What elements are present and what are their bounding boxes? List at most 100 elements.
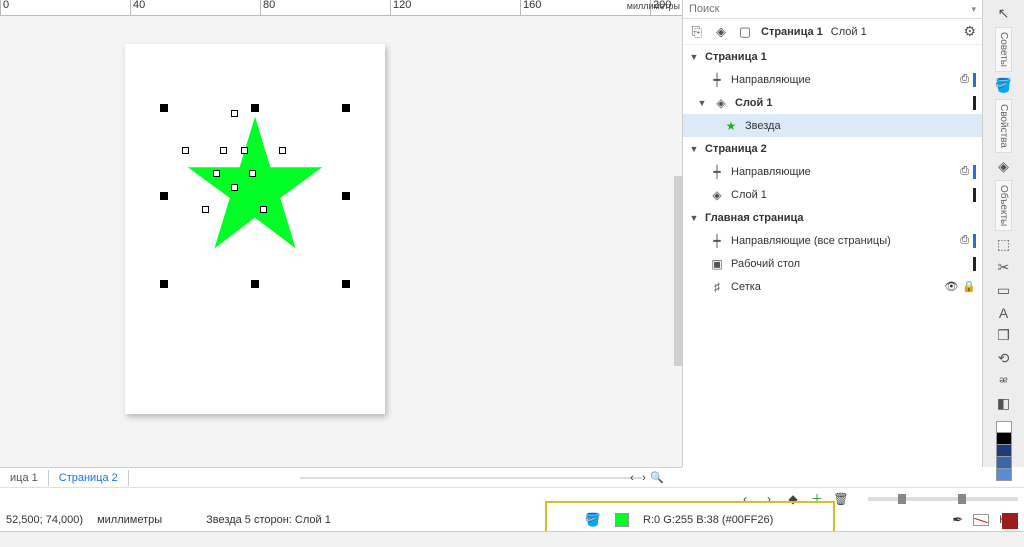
ruler-tick: 40 (130, 0, 145, 16)
selection-handle[interactable] (342, 104, 350, 112)
tree-row-page[interactable]: ▼Страница 1 (683, 45, 982, 68)
crop-tool-icon[interactable]: ✂ (993, 258, 1015, 277)
text-tool-icon[interactable]: A (993, 304, 1015, 322)
search-input[interactable] (689, 3, 971, 15)
tree-row-star[interactable]: ★Звезда (683, 114, 982, 137)
node-handle[interactable] (202, 206, 209, 213)
breadcrumb-layer[interactable]: Слой 1 (831, 26, 867, 38)
add-icon[interactable]: ＋ (810, 492, 824, 506)
selection-handle[interactable] (251, 104, 259, 112)
selection-handle[interactable] (160, 192, 168, 200)
status-bar-lower: 52,500; 74,000) миллиметры Звезда 5 стор… (0, 509, 1024, 531)
scroll-right-icon[interactable]: › (638, 472, 650, 484)
scroll-left-icon[interactable]: ‹ (626, 472, 638, 484)
gear-icon[interactable]: ⚙ (963, 23, 976, 40)
layers-icon[interactable]: ◈ (713, 24, 729, 40)
right-sidebar: ↖ Советы 🪣 Свойства ◈ Объекты ⬚ ✂ ▭ A ❒ … (982, 0, 1024, 467)
zoom-icon[interactable]: 🔍 (650, 471, 662, 484)
tree-row-layer[interactable]: ▼◈Слой 1 (683, 91, 982, 114)
ruler-tick: 80 (260, 0, 275, 16)
slider-knob[interactable] (898, 494, 906, 504)
fill-panel-icon[interactable]: 🪣 (993, 76, 1015, 95)
object-tree: ▼Страница 1 ┿Направляющие⎙ ▼◈Слой 1 ★Зве… (683, 45, 982, 467)
zoom-slider[interactable] (868, 497, 1018, 501)
tab-objects[interactable]: Объекты (995, 180, 1012, 231)
fill-tool-icon[interactable]: ◆ (786, 492, 800, 506)
node-handle[interactable] (231, 110, 238, 117)
palette-swatch[interactable] (996, 421, 1012, 433)
scrollbar-vertical[interactable] (674, 176, 682, 366)
tool-icon[interactable]: ⬚ (993, 235, 1015, 254)
nav-next-icon[interactable]: › (762, 492, 776, 506)
node-handle[interactable] (231, 184, 238, 191)
tree-row-guides[interactable]: ┿Направляющие⎙ (683, 160, 982, 183)
breadcrumb: ⎘ ◈ ▢ Страница 1 Слой 1 ⚙ (683, 19, 982, 45)
node-handle[interactable] (241, 147, 248, 154)
tree-row-guides[interactable]: ┿Направляющие (все страницы)⎙ (683, 229, 982, 252)
selection-handle[interactable] (160, 280, 168, 288)
page-icon[interactable]: ▢ (737, 24, 753, 40)
spiral-tool-icon[interactable]: ᵆ (993, 372, 1015, 390)
selection-handle[interactable] (160, 104, 168, 112)
tab-properties[interactable]: Свойства (995, 99, 1012, 153)
rect-tool-icon[interactable]: ▭ (993, 281, 1015, 300)
palette-swatch[interactable] (996, 445, 1012, 457)
palette-swatch[interactable] (996, 433, 1012, 445)
tree-row-master[interactable]: ▼Главная страница (683, 206, 982, 229)
node-handle[interactable] (220, 147, 227, 154)
tab-page-2[interactable]: Страница 2 (49, 470, 129, 486)
layer-icon: ◈ (709, 187, 725, 203)
pointer-tool-icon[interactable]: ↖ (993, 4, 1015, 23)
tree-row-desktop[interactable]: ▣Рабочий стол (683, 252, 982, 275)
tab-hints[interactable]: Советы (995, 27, 1012, 72)
guides-icon: ┿ (709, 72, 725, 88)
lock-icon[interactable]: 🔒 (962, 280, 976, 293)
delete-icon[interactable]: 🗑 (834, 492, 848, 506)
objects-panel-icon[interactable]: ◈ (993, 157, 1015, 176)
node-handle[interactable] (182, 147, 189, 154)
print-icon[interactable]: ⎙ (960, 73, 969, 86)
node-handle[interactable] (213, 170, 220, 177)
search-dropdown-icon[interactable]: ▾ (971, 4, 976, 15)
ruler-units[interactable]: миллиметры (627, 1, 680, 11)
pen-icon[interactable]: ✒ (952, 512, 963, 528)
nav-prev-icon[interactable]: ‹ (738, 492, 752, 506)
breadcrumb-page[interactable]: Страница 1 (761, 26, 823, 38)
node-handle[interactable] (260, 206, 267, 213)
palette-swatch[interactable] (996, 457, 1012, 469)
cursor-coords: 52,500; 74,000) (6, 514, 83, 526)
color-tool-icon[interactable]: ◧ (993, 394, 1015, 413)
tree-row-page[interactable]: ▼Страница 2 (683, 137, 982, 160)
print-icon[interactable]: ⎙ (960, 165, 969, 178)
ruler-tick: 120 (390, 0, 411, 16)
status-bar-upper: ‹ › ◆ ＋ 🗑 (0, 487, 1024, 509)
slider-knob[interactable] (958, 494, 966, 504)
guides-icon: ┿ (709, 164, 725, 180)
transform-tool-icon[interactable]: ⟲ (993, 349, 1015, 368)
layer-icon: ◈ (713, 95, 729, 111)
fill-color-text: R:0 G:255 B:38 (#00FF26) (643, 514, 773, 526)
canvas[interactable]: × (0, 16, 682, 467)
page-setup-icon[interactable]: ⎘ (689, 24, 705, 40)
tree-row-guides[interactable]: ┿Направляющие⎙ (683, 68, 982, 91)
ruler-horizontal[interactable]: 0 40 80 120 160 200 миллиметры (0, 0, 682, 16)
star-object[interactable]: × (185, 114, 325, 254)
print-icon[interactable]: ⎙ (960, 234, 969, 247)
fill-swatch[interactable] (615, 513, 629, 527)
selection-handle[interactable] (342, 280, 350, 288)
outline-swatch-none[interactable] (973, 514, 989, 526)
selection-handle[interactable] (251, 280, 259, 288)
node-handle[interactable] (279, 147, 286, 154)
node-handle[interactable] (249, 170, 256, 177)
visibility-icon[interactable]: 👁 (944, 280, 958, 293)
tab-page-1[interactable]: ица 1 (0, 470, 49, 486)
objects-panel: ▾ ⎘ ◈ ▢ Страница 1 Слой 1 ⚙ ▼Страница 1 … (682, 0, 982, 467)
palette-swatch[interactable] (996, 469, 1012, 481)
scrollbar-horizontal[interactable] (300, 477, 642, 479)
tree-row-grid[interactable]: ♯Сетка👁🔒 (683, 275, 982, 298)
cube-tool-icon[interactable]: ❒ (993, 326, 1015, 345)
selection-handle[interactable] (342, 192, 350, 200)
tree-row-layer[interactable]: ◈Слой 1 (683, 183, 982, 206)
page[interactable]: × (125, 44, 385, 414)
fill-bucket-icon[interactable]: 🪣 (585, 512, 601, 528)
